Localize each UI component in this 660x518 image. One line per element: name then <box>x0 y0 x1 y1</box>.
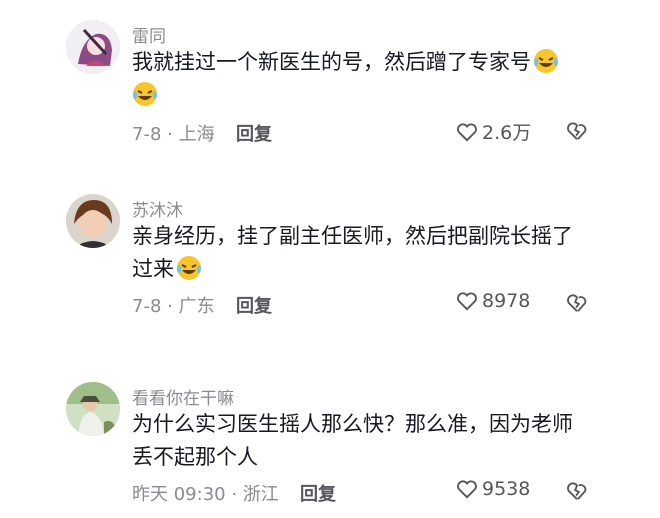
like-count: 9538 <box>482 478 531 500</box>
comment-meta: 7-8 · 广东 <box>132 296 215 317</box>
reply-button[interactable]: 回复 <box>236 120 272 146</box>
broken-heart-icon[interactable] <box>566 293 588 313</box>
heart-icon <box>457 122 477 141</box>
like-button[interactable]: 8978 <box>456 290 530 312</box>
comment-text-body: 我就挂过一个新医生的号，然后蹭了专家号 <box>132 50 531 74</box>
username[interactable]: 苏沐沐 <box>132 196 183 221</box>
comment-meta: 昨天 09:30 · 浙江 <box>132 484 279 505</box>
comment-text: 为什么实习医生摇人那么快？那么准，因为老师丢不起那个人 <box>132 408 592 474</box>
like-count: 8978 <box>482 290 531 312</box>
avatar[interactable] <box>66 382 120 436</box>
laughing-crying-emoji-icon <box>534 49 558 73</box>
comment-meta: 7-8 · 上海 <box>132 124 215 145</box>
username[interactable]: 看看你在干嘛 <box>132 384 234 409</box>
like-count: 2.6万 <box>482 122 532 144</box>
username[interactable]: 雷同 <box>132 22 166 47</box>
reply-button[interactable]: 回复 <box>300 480 336 506</box>
like-button[interactable]: 9538 <box>456 478 530 500</box>
laughing-crying-emoji-icon <box>177 256 201 280</box>
like-button[interactable]: 2.6万 <box>456 118 531 145</box>
avatar[interactable] <box>66 20 120 74</box>
broken-heart-icon[interactable] <box>566 481 588 501</box>
comment-text: 亲身经历，挂了副主任医师，然后把副院长摇了过来 <box>132 220 592 286</box>
avatar[interactable] <box>66 194 120 248</box>
broken-heart-icon[interactable] <box>566 121 588 141</box>
comment-text: 我就挂过一个新医生的号，然后蹭了专家号 <box>132 46 592 112</box>
comment-text-body: 为什么实习医生摇人那么快？那么准，因为老师丢不起那个人 <box>132 412 573 469</box>
heart-icon <box>457 480 477 499</box>
laughing-crying-emoji-icon <box>133 82 157 106</box>
reply-button[interactable]: 回复 <box>236 292 272 318</box>
heart-icon <box>457 292 477 311</box>
